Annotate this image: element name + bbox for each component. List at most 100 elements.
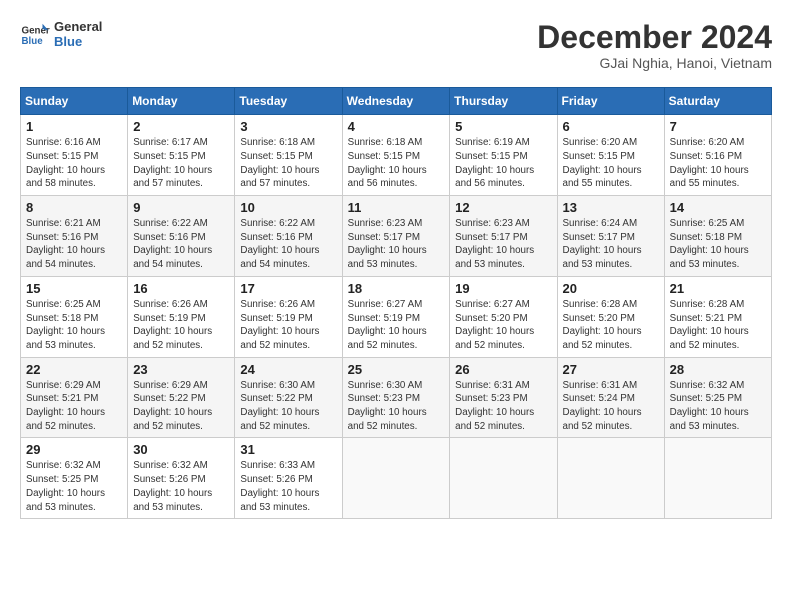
day-info: Sunrise: 6:28 AMSunset: 5:20 PMDaylight:… xyxy=(563,298,659,353)
calendar-week-5: 29Sunrise: 6:32 AMSunset: 5:25 PMDayligh… xyxy=(21,438,772,519)
calendar-cell: 30 Sunrise: 6:32 AMSunset: 5:26 PMDayligh… xyxy=(128,438,235,519)
calendar-cell: 21 Sunrise: 6:28 AMSunset: 5:21 PMDayligh… xyxy=(664,276,771,357)
day-info: Sunrise: 6:29 AMSunset: 5:22 PMDaylight:… xyxy=(133,379,229,434)
day-number: 9 xyxy=(133,200,229,215)
day-number: 16 xyxy=(133,281,229,296)
day-info: Sunrise: 6:33 AMSunset: 5:26 PMDaylight:… xyxy=(240,459,336,514)
calendar-week-3: 15 Sunrise: 6:25 AMSunset: 5:18 PMDayligh… xyxy=(21,276,772,357)
day-number: 7 xyxy=(670,119,766,134)
calendar-cell: 6 Sunrise: 6:20 AMSunset: 5:15 PMDaylight… xyxy=(557,115,664,196)
calendar-cell: 7 Sunrise: 6:20 AMSunset: 5:16 PMDaylight… xyxy=(664,115,771,196)
day-info: Sunrise: 6:32 AMSunset: 5:25 PMDaylight:… xyxy=(670,379,766,434)
day-number: 6 xyxy=(563,119,659,134)
day-number: 3 xyxy=(240,119,336,134)
day-number: 19 xyxy=(455,281,551,296)
calendar-cell: 23 Sunrise: 6:29 AMSunset: 5:22 PMDayligh… xyxy=(128,357,235,438)
day-info: Sunrise: 6:29 AMSunset: 5:21 PMDaylight:… xyxy=(26,379,122,434)
day-info: Sunrise: 6:24 AMSunset: 5:17 PMDaylight:… xyxy=(563,217,659,272)
calendar-cell: 12 Sunrise: 6:23 AMSunset: 5:17 PMDayligh… xyxy=(450,196,557,277)
calendar-cell: 8 Sunrise: 6:21 AMSunset: 5:16 PMDaylight… xyxy=(21,196,128,277)
day-info: Sunrise: 6:19 AMSunset: 5:15 PMDaylight:… xyxy=(455,136,551,191)
day-info: Sunrise: 6:27 AMSunset: 5:20 PMDaylight:… xyxy=(455,298,551,353)
day-info: Sunrise: 6:23 AMSunset: 5:17 PMDaylight:… xyxy=(455,217,551,272)
day-number: 18 xyxy=(348,281,445,296)
calendar-cell: 27 Sunrise: 6:31 AMSunset: 5:24 PMDayligh… xyxy=(557,357,664,438)
calendar-cell: 4 Sunrise: 6:18 AMSunset: 5:15 PMDaylight… xyxy=(342,115,450,196)
calendar-cell: 14Sunrise: 6:25 AMSunset: 5:18 PMDayligh… xyxy=(664,196,771,277)
day-info: Sunrise: 6:22 AMSunset: 5:16 PMDaylight:… xyxy=(240,217,336,272)
calendar-cell: 28 Sunrise: 6:32 AMSunset: 5:25 PMDayligh… xyxy=(664,357,771,438)
day-number: 1 xyxy=(26,119,122,134)
calendar-cell: 16 Sunrise: 6:26 AMSunset: 5:19 PMDayligh… xyxy=(128,276,235,357)
page-header: General Blue General Blue December 2024 … xyxy=(20,20,772,71)
day-info: Sunrise: 6:17 AMSunset: 5:15 PMDaylight:… xyxy=(133,136,229,191)
day-info: Sunrise: 6:32 AMSunset: 5:26 PMDaylight:… xyxy=(133,459,229,514)
day-number: 27 xyxy=(563,362,659,377)
logo-icon: General Blue xyxy=(20,20,50,50)
day-number: 8 xyxy=(26,200,122,215)
calendar-cell: 1Sunrise: 6:16 AMSunset: 5:15 PMDaylight… xyxy=(21,115,128,196)
day-number: 4 xyxy=(348,119,445,134)
day-number: 14 xyxy=(670,200,766,215)
calendar-cell xyxy=(557,438,664,519)
day-number: 26 xyxy=(455,362,551,377)
calendar-cell: 25Sunrise: 6:30 AMSunset: 5:23 PMDayligh… xyxy=(342,357,450,438)
day-info: Sunrise: 6:18 AMSunset: 5:15 PMDaylight:… xyxy=(348,136,445,191)
calendar-cell: 26 Sunrise: 6:31 AMSunset: 5:23 PMDayligh… xyxy=(450,357,557,438)
calendar-cell: 19 Sunrise: 6:27 AMSunset: 5:20 PMDayligh… xyxy=(450,276,557,357)
day-number: 21 xyxy=(670,281,766,296)
day-number: 25 xyxy=(348,362,445,377)
day-info: Sunrise: 6:26 AMSunset: 5:19 PMDaylight:… xyxy=(133,298,229,353)
calendar-cell: 24Sunrise: 6:30 AMSunset: 5:22 PMDayligh… xyxy=(235,357,342,438)
day-number: 15 xyxy=(26,281,122,296)
calendar-cell: 17Sunrise: 6:26 AMSunset: 5:19 PMDayligh… xyxy=(235,276,342,357)
logo-text-blue: Blue xyxy=(54,35,102,50)
calendar-table: SundayMondayTuesdayWednesdayThursdayFrid… xyxy=(20,87,772,519)
logo-text-general: General xyxy=(54,20,102,35)
calendar-cell: 9 Sunrise: 6:22 AMSunset: 5:16 PMDaylight… xyxy=(128,196,235,277)
calendar-week-1: 1Sunrise: 6:16 AMSunset: 5:15 PMDaylight… xyxy=(21,115,772,196)
logo: General Blue General Blue xyxy=(20,20,102,50)
day-number: 20 xyxy=(563,281,659,296)
calendar-cell xyxy=(450,438,557,519)
day-number: 2 xyxy=(133,119,229,134)
calendar-cell: 2 Sunrise: 6:17 AMSunset: 5:15 PMDaylight… xyxy=(128,115,235,196)
calendar-cell: 20 Sunrise: 6:28 AMSunset: 5:20 PMDayligh… xyxy=(557,276,664,357)
day-number: 30 xyxy=(133,442,229,457)
day-number: 29 xyxy=(26,442,122,457)
day-number: 23 xyxy=(133,362,229,377)
svg-text:General: General xyxy=(22,26,51,37)
calendar-week-4: 22 Sunrise: 6:29 AMSunset: 5:21 PMDayligh… xyxy=(21,357,772,438)
day-info: Sunrise: 6:25 AMSunset: 5:18 PMDaylight:… xyxy=(26,298,122,353)
month-title: December 2024 xyxy=(537,20,772,55)
day-info: Sunrise: 6:20 AMSunset: 5:16 PMDaylight:… xyxy=(670,136,766,191)
calendar-cell: 18Sunrise: 6:27 AMSunset: 5:19 PMDayligh… xyxy=(342,276,450,357)
day-info: Sunrise: 6:22 AMSunset: 5:16 PMDaylight:… xyxy=(133,217,229,272)
day-info: Sunrise: 6:21 AMSunset: 5:16 PMDaylight:… xyxy=(26,217,122,272)
weekday-sunday: Sunday xyxy=(21,88,128,115)
day-number: 31 xyxy=(240,442,336,457)
weekday-thursday: Thursday xyxy=(450,88,557,115)
calendar-cell: 5 Sunrise: 6:19 AMSunset: 5:15 PMDaylight… xyxy=(450,115,557,196)
day-number: 22 xyxy=(26,362,122,377)
day-info: Sunrise: 6:31 AMSunset: 5:23 PMDaylight:… xyxy=(455,379,551,434)
calendar-week-2: 8 Sunrise: 6:21 AMSunset: 5:16 PMDaylight… xyxy=(21,196,772,277)
day-number: 5 xyxy=(455,119,551,134)
day-number: 12 xyxy=(455,200,551,215)
weekday-saturday: Saturday xyxy=(664,88,771,115)
weekday-tuesday: Tuesday xyxy=(235,88,342,115)
calendar-body: 1Sunrise: 6:16 AMSunset: 5:15 PMDaylight… xyxy=(21,115,772,519)
day-info: Sunrise: 6:28 AMSunset: 5:21 PMDaylight:… xyxy=(670,298,766,353)
day-info: Sunrise: 6:31 AMSunset: 5:24 PMDaylight:… xyxy=(563,379,659,434)
day-info: Sunrise: 6:18 AMSunset: 5:15 PMDaylight:… xyxy=(240,136,336,191)
day-info: Sunrise: 6:20 AMSunset: 5:15 PMDaylight:… xyxy=(563,136,659,191)
title-block: December 2024 GJai Nghia, Hanoi, Vietnam xyxy=(537,20,772,71)
calendar-cell xyxy=(664,438,771,519)
day-info: Sunrise: 6:26 AMSunset: 5:19 PMDaylight:… xyxy=(240,298,336,353)
location: GJai Nghia, Hanoi, Vietnam xyxy=(537,55,772,71)
calendar-cell: 13Sunrise: 6:24 AMSunset: 5:17 PMDayligh… xyxy=(557,196,664,277)
day-number: 11 xyxy=(348,200,445,215)
day-number: 28 xyxy=(670,362,766,377)
weekday-friday: Friday xyxy=(557,88,664,115)
weekday-wednesday: Wednesday xyxy=(342,88,450,115)
